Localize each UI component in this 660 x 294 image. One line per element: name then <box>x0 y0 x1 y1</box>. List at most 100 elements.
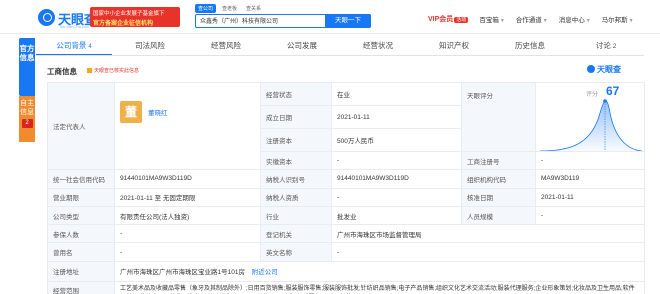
legal-rep-name[interactable]: 董晓红 <box>148 107 168 117</box>
legal-rep: 董 董晓红 <box>120 101 255 124</box>
tab-label: 知识产权 <box>439 41 469 50</box>
address-label: 注册地址 <box>47 260 115 282</box>
side-tab-official[interactable]: 官方信息 <box>19 38 35 96</box>
legal-rep-cell: 董 董晓红 <box>114 81 261 171</box>
former-name-label: 曾用名 <box>47 242 115 262</box>
taxpayer-qual-label: 纳税人资质 <box>260 187 332 207</box>
staff-size-value: - <box>535 205 645 226</box>
nav-user[interactable]: 马尔邦斯▼ <box>602 14 634 24</box>
vip-link[interactable]: VIP会员 活动 <box>428 14 469 24</box>
credit-code-label: 统一社会信用代码 <box>47 169 115 189</box>
tab-label: 讨论 <box>595 41 611 50</box>
staff-size-label: 人员规模 <box>461 205 536 226</box>
org-code-value: MA9W3D119 <box>535 169 645 189</box>
tab-background[interactable]: 公司背景 4 <box>36 38 112 55</box>
tab-label: 公司发展 <box>287 41 317 50</box>
scope-cell: 工艺美术品及收藏品零售（象牙及其制品除外）;日用百货销售;服装服饰零售;服装服饰… <box>114 280 645 294</box>
nav-messages-label: 消息中心 <box>558 17 585 24</box>
term-label: 营业期限 <box>47 187 115 207</box>
scope-label: 经营范围 <box>47 280 115 294</box>
approval-date-label: 核准日期 <box>461 187 536 207</box>
tab-ip[interactable]: 知识产权 <box>416 38 492 55</box>
tab-label: 公司背景 <box>56 41 87 50</box>
section-brand-text: 天眼查 <box>597 65 621 74</box>
former-name-value: - <box>114 242 261 262</box>
reg-no-label: 工商注册号 <box>461 150 536 171</box>
chevron-down-icon: ▼ <box>628 18 634 24</box>
promo-line1: 国家中小企业发展子基金旗下 <box>93 11 165 17</box>
status-label: 经营状态 <box>260 82 332 106</box>
paid-capital-label: 实缴资本 <box>260 150 332 171</box>
search-button[interactable]: 天眼一下 <box>325 13 371 28</box>
business-info-table: 法定代表人 董 董晓红 经营状态 在业 天眼评分 评分 67 成立日期 2021… <box>47 81 645 294</box>
english-name-label: 英文名称 <box>260 242 332 262</box>
tab-business-risk[interactable]: 经营风险 <box>188 38 264 55</box>
search-box: 天眼一下 <box>195 13 371 28</box>
promo-banner[interactable]: 国家中小企业发展子基金旗下 官方备案企业征信机构 <box>90 7 180 27</box>
company-type-value: 有限责任公司(法人独资) <box>114 205 261 226</box>
chevron-down-icon: ▼ <box>542 18 548 24</box>
tab-label: 历史信息 <box>515 41 545 50</box>
taxpayer-qual-value: - <box>331 187 462 207</box>
nav-cooperation-label: 合作通道 <box>515 17 542 24</box>
tab-count: 4 <box>88 44 92 50</box>
score-value: 67 <box>606 84 620 98</box>
side-tab-self-label: 自主信息 <box>20 100 34 116</box>
verified-note: 天眼查已核实此信息 <box>87 67 139 74</box>
taxpayer-id-value: 91440101MA9W3D119D <box>331 169 462 189</box>
tab-label: 经营状况 <box>363 41 393 50</box>
search-tab-boss[interactable]: 查老板 <box>219 4 240 13</box>
brand-eye-icon <box>587 65 595 73</box>
credit-code-value: 91440101MA9W3D119D <box>114 169 261 189</box>
score-label-text: 天眼评分 <box>467 93 493 100</box>
org-code-label: 组织机构代码 <box>461 169 536 189</box>
score-curve-area <box>552 101 639 151</box>
tab-label: 经营风险 <box>211 41 241 50</box>
vip-label: VIP会员 <box>428 16 454 23</box>
section-brand: 天眼查 <box>587 64 621 75</box>
insured-value: - <box>114 224 261 244</box>
tab-count: 2 <box>612 44 617 50</box>
tab-judicial-risk[interactable]: 司法风险 <box>112 38 188 55</box>
search-tab-relation[interactable]: 查关系 <box>243 4 264 13</box>
reg-capital-value: 500万人民币 <box>331 128 462 152</box>
top-header: 天眼查 TianYanCha.com 国家中小企业发展子基金旗下 官方备案企业征… <box>0 0 660 34</box>
side-tab-self-count: 2 <box>21 119 33 128</box>
tab-label: 司法风险 <box>135 41 165 50</box>
approval-date-value: 2021-01-11 <box>535 187 645 207</box>
section-title: 工商信息 <box>47 67 77 76</box>
address-value: 广州市海珠区广州市海珠区宝业路1号101房 <box>120 269 245 277</box>
company-type-label: 公司类型 <box>47 205 115 226</box>
promo-line2: 官方备案企业征信机构 <box>93 21 154 27</box>
score-cell[interactable]: 评分 67 <box>535 82 645 152</box>
industry-label: 行业 <box>260 205 332 226</box>
tab-history[interactable]: 历史信息 <box>492 38 568 55</box>
tab-discussion[interactable]: 讨论 2 <box>568 38 644 55</box>
chevron-down-icon: ▼ <box>499 18 505 24</box>
score-marker <box>603 99 607 103</box>
paid-capital-value: - <box>331 150 462 171</box>
verified-text: 天眼查已核实此信息 <box>94 68 140 74</box>
nav-cooperation[interactable]: 合作通道▼ <box>516 14 548 24</box>
nav-user-label: 马尔邦斯 <box>601 17 628 24</box>
logo-eye-icon <box>38 9 55 26</box>
side-tab-self[interactable]: 自主信息 2 <box>19 96 35 142</box>
reg-authority-value: 广州市海珠区市场监督管理局 <box>331 224 645 244</box>
nav-messages[interactable]: 消息中心▼ <box>559 14 591 24</box>
main-tabs: 公司背景 4 司法风险 经营风险 公司发展 经营状况 知识产权 历史信息 讨论 2 <box>36 38 644 56</box>
insured-label: 参保人数 <box>47 224 115 244</box>
nearby-companies-link[interactable]: 附近公司 <box>252 269 278 276</box>
reg-no-value: - <box>535 150 645 171</box>
tab-development[interactable]: 公司发展 <box>264 38 340 55</box>
search-tab-company[interactable]: 查公司 <box>195 4 217 13</box>
tab-operations[interactable]: 经营状况 <box>340 38 416 55</box>
taxpayer-id-label: 纳税人识别号 <box>260 169 332 189</box>
address-cell: 广州市海珠区广州市海珠区宝业路1号101房 附近公司 <box>114 260 645 282</box>
vip-badge: 活动 <box>454 17 469 23</box>
term-value: 2021-01-11 至 无固定期限 <box>114 187 261 207</box>
english-name-value: - <box>331 242 645 262</box>
nav-toolbox[interactable]: 百宝箱▼ <box>479 14 504 24</box>
est-date-value: 2021-01-11 <box>331 105 462 129</box>
industry-value: 批发业 <box>331 205 462 226</box>
search-input[interactable] <box>196 15 324 26</box>
